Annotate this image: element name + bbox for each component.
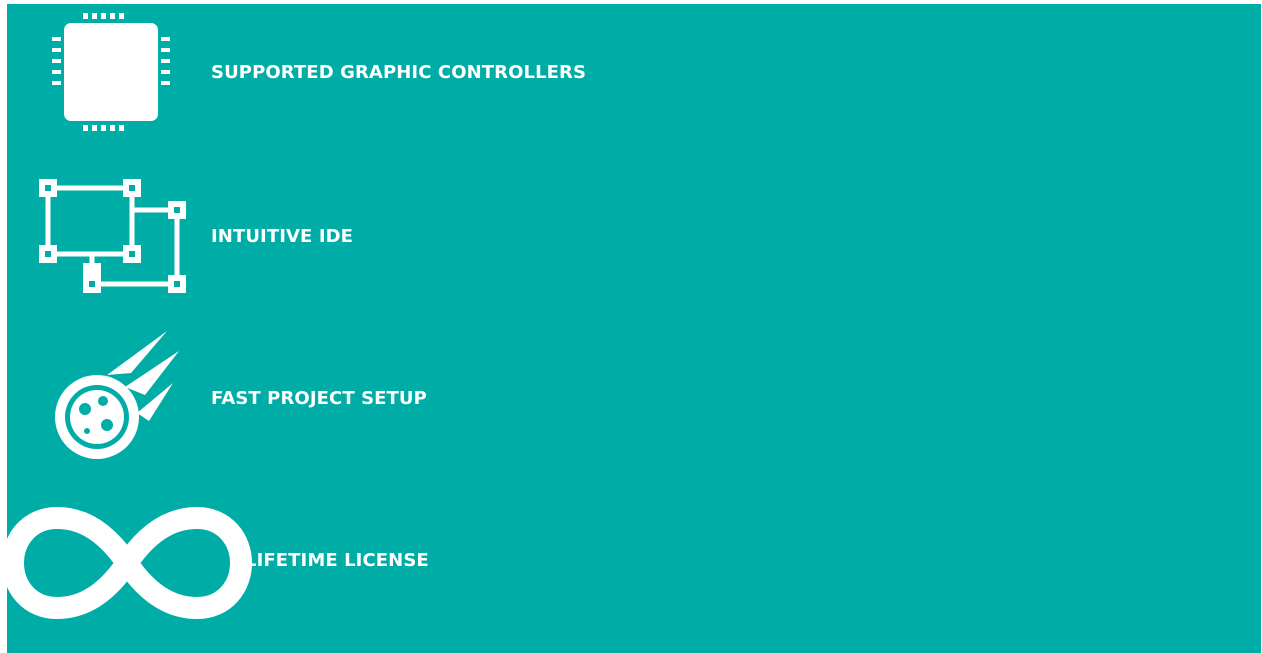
features-panel: SUPPORTED GRAPHIC CONTROLLERS INTUITIVE … bbox=[7, 4, 1261, 653]
chip-icon bbox=[49, 9, 175, 135]
feature-label-intuitive-ide: INTUITIVE IDE bbox=[211, 226, 354, 247]
feature-label-fast-project-setup: FAST PROJECT SETUP bbox=[211, 388, 427, 409]
feature-label-lifetime-license: LIFETIME LICENSE bbox=[245, 550, 429, 571]
feature-label-graphic-controllers: SUPPORTED GRAPHIC CONTROLLERS bbox=[211, 62, 587, 83]
node-diagram-icon bbox=[37, 174, 187, 294]
infinity-icon bbox=[7, 504, 252, 622]
comet-icon bbox=[45, 329, 185, 465]
